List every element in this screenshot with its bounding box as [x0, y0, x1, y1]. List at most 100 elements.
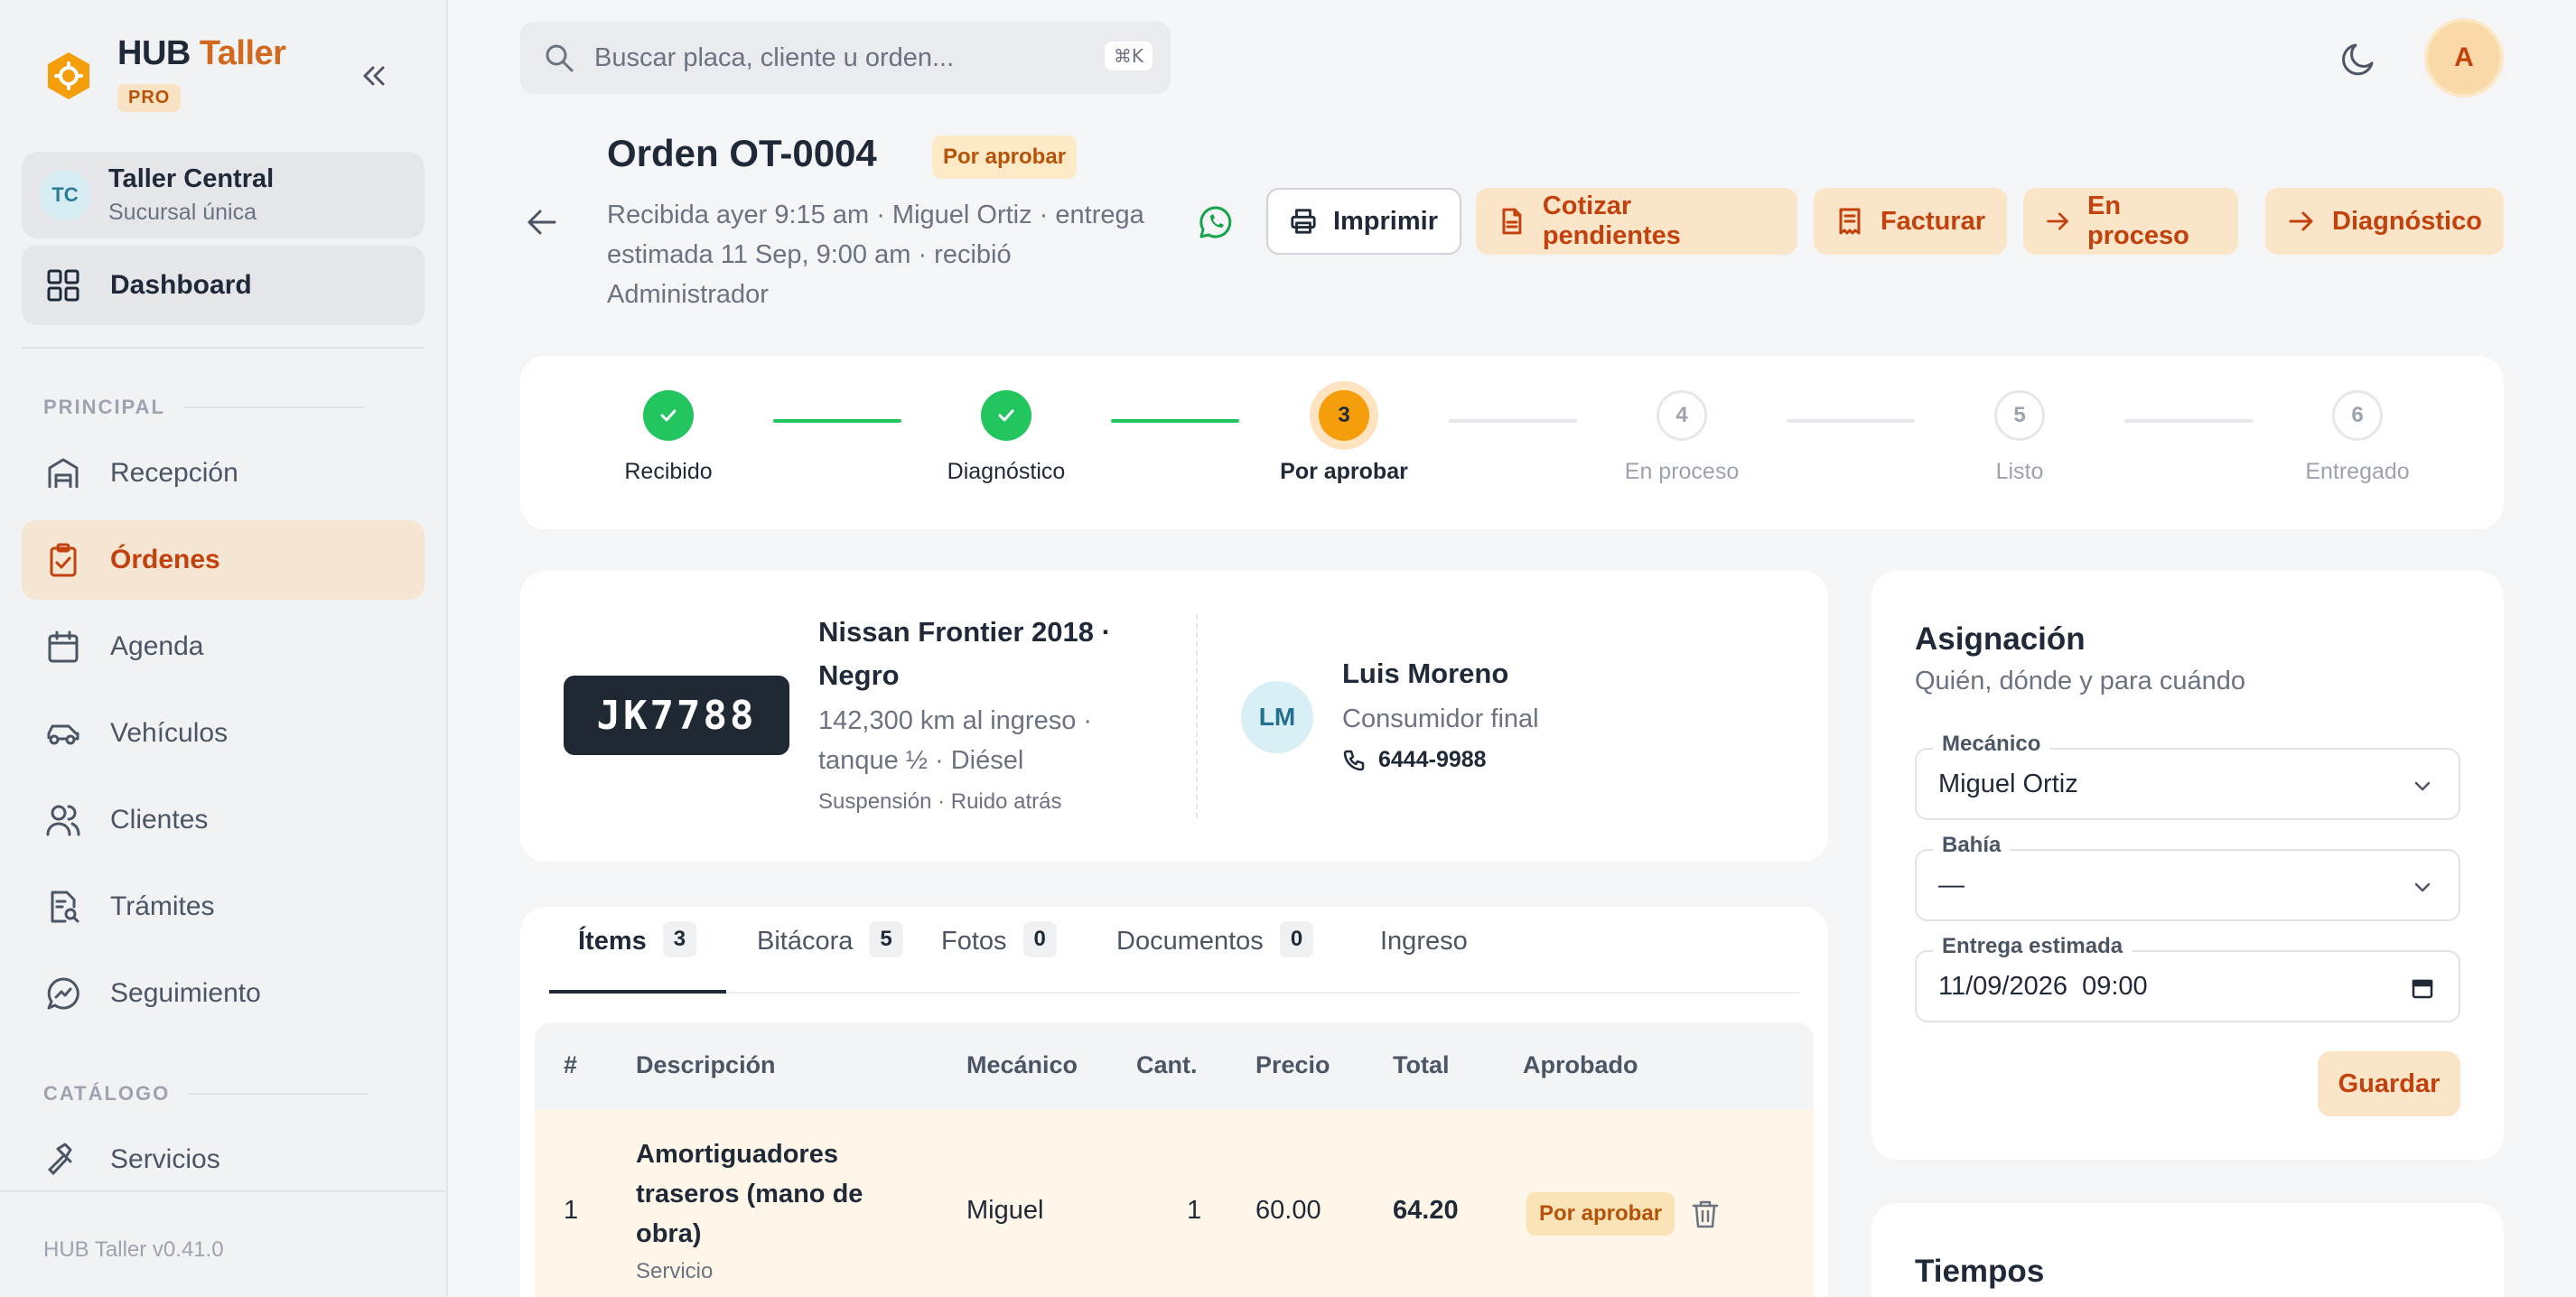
print-button[interactable]: Imprimir: [1266, 188, 1461, 255]
calendar-icon[interactable]: [2410, 975, 2435, 1001]
sidebar-item-recepcion[interactable]: Recepción: [22, 434, 425, 513]
sidebar-item-seguimiento[interactable]: Seguimiento: [22, 954, 425, 1033]
sidebar-item-ordenes[interactable]: Órdenes: [22, 520, 425, 600]
chat-chart-icon: [47, 977, 79, 1010]
order-meta: Recibida ayer 9:15 am · Miguel Ortiz · e…: [607, 201, 1144, 309]
arrow-right-icon: [2289, 211, 2313, 231]
check-icon: [981, 390, 1031, 441]
chevron-down-icon: [2414, 781, 2431, 791]
step-recibido: Recibido: [578, 390, 759, 485]
search-input[interactable]: [594, 42, 1082, 73]
sidebar-footer: HUB Taller v0.41.0: [0, 1190, 446, 1297]
sidebar-divider: [22, 347, 425, 349]
arrow-left-icon[interactable]: [524, 204, 560, 240]
step-listo: 5 Listo: [1929, 390, 2110, 485]
mechanic-select[interactable]: Mecánico Miguel Ortiz: [1915, 732, 2460, 820]
client-phone[interactable]: 6444-9988: [1342, 747, 1539, 773]
table-header: # Descripción Mecánico Cant. Precio Tota…: [535, 1022, 1814, 1109]
quote-pending-button[interactable]: Cotizar pendientes: [1476, 188, 1797, 255]
sidebar-item-label: Clientes: [110, 805, 209, 835]
license-plate[interactable]: JK7788: [564, 676, 789, 755]
gear-logo-icon: [48, 52, 89, 99]
branch-selector[interactable]: TC Taller Central Sucursal única: [22, 152, 425, 238]
tab-label: Ítems: [578, 927, 647, 956]
sidebar-item-vehiculos[interactable]: Vehículos: [22, 694, 425, 773]
tab-bitacora[interactable]: Bitácora 5: [757, 921, 903, 994]
tab-ingreso[interactable]: Ingreso: [1380, 927, 1468, 994]
step-label: Diagnóstico: [947, 459, 1066, 484]
step-number: 6: [2332, 390, 2383, 441]
search-bar[interactable]: ⌘K: [520, 22, 1171, 94]
tab-fotos[interactable]: Fotos 0: [941, 921, 1057, 994]
client-name[interactable]: Luis Moreno: [1342, 658, 1539, 690]
vehicle-name: Nissan Frontier 2018 · Negro: [818, 616, 1111, 691]
step-label: Por aprobar: [1280, 459, 1408, 484]
sidebar-item-clientes[interactable]: Clientes: [22, 780, 425, 860]
times-card: Tiempos: [1871, 1203, 2504, 1297]
check-icon: [643, 390, 694, 441]
step-number: 3: [1319, 390, 1369, 441]
row-price: 60.00: [1255, 1196, 1321, 1225]
sidebar-item-label: Servicios: [110, 1144, 220, 1174]
delivery-datetime-input[interactable]: Entrega estimada 11/09/2026 09:00: [1915, 934, 2460, 1022]
tabs: Ítems 3 Bitácora 5 Fotos 0 Documentos 0 Ingr…: [549, 907, 1799, 994]
step-connector: [1111, 419, 1239, 423]
sidebar-item-tramites[interactable]: Trámites: [22, 867, 425, 947]
file-search-icon: [51, 891, 79, 923]
collapse-sidebar-icon[interactable]: [358, 60, 390, 92]
branch-name: Taller Central: [108, 164, 275, 193]
trash-icon[interactable]: [1689, 1198, 1722, 1230]
assignment-card: Asignación Quién, dónde y para cuándo Me…: [1871, 571, 2504, 1160]
item-name: Amortiguadores traseros (mano de obra): [636, 1140, 863, 1248]
tab-count: 5: [869, 921, 903, 957]
sidebar-item-label: Órdenes: [110, 545, 220, 574]
move-to-in-process-button[interactable]: En proceso: [2023, 188, 2238, 255]
brand[interactable]: HUB Taller PRO: [43, 34, 286, 112]
approval-badge[interactable]: Por aprobar: [1526, 1192, 1675, 1236]
chevron-down-icon: [2414, 882, 2431, 892]
table-row[interactable]: 1 Amortiguadores traseros (mano de obra)…: [535, 1109, 1814, 1297]
sidebar-item-servicios[interactable]: Servicios: [22, 1120, 425, 1199]
vehicle-card: JK7788 Nissan Frontier 2018 · Negro 142,…: [520, 571, 1828, 862]
whatsapp-icon[interactable]: [1198, 204, 1234, 240]
step-en-proceso: 4 En proceso: [1591, 390, 1772, 485]
tab-label: Bitácora: [757, 927, 854, 956]
sidebar-item-label: Trámites: [110, 891, 215, 921]
hammer-icon: [48, 1143, 72, 1175]
moon-icon[interactable]: [2339, 40, 2379, 79]
car-icon: [47, 724, 79, 745]
step-label: En proceso: [1624, 459, 1740, 484]
tab-items[interactable]: Ítems 3: [549, 921, 726, 994]
tab-documentos[interactable]: Documentos 0: [1116, 921, 1314, 994]
col-mechanic: Mecánico: [966, 1051, 1078, 1078]
garage-icon: [48, 458, 79, 488]
page-title: Orden OT-0004: [607, 132, 877, 174]
field-value: 11/09/2026 09:00: [1938, 972, 2148, 1001]
sidebar-item-dashboard[interactable]: Dashboard: [22, 246, 425, 325]
col-price: Precio: [1255, 1051, 1330, 1078]
step-label: Recibido: [624, 459, 713, 484]
move-to-diagnosis-button[interactable]: Diagnóstico: [2265, 188, 2504, 255]
phone-icon: [1343, 750, 1365, 770]
step-label: Entregado: [2305, 459, 2410, 484]
bay-select[interactable]: Bahía —: [1915, 833, 2460, 921]
col-qty: Cant.: [1136, 1051, 1198, 1078]
field-label: Entrega estimada: [1933, 934, 2133, 959]
vehicle-reason: Suspensión · Ruido atrás: [818, 789, 1062, 814]
tab-count: 0: [1022, 921, 1057, 957]
sidebar-item-agenda[interactable]: Agenda: [22, 607, 425, 686]
sidebar-item-label: Dashboard: [110, 270, 252, 300]
assignment-subtitle: Quién, dónde y para cuándo: [1915, 667, 2245, 695]
invoice-button[interactable]: Facturar: [1814, 188, 2007, 255]
save-button[interactable]: Guardar: [2318, 1051, 2460, 1116]
col-approved: Aprobado: [1523, 1051, 1638, 1078]
step-connector: [773, 419, 901, 423]
diagnosis-label: Diagnóstico: [2332, 206, 2482, 236]
document-icon: [1502, 208, 1522, 235]
user-avatar[interactable]: A: [2424, 18, 2504, 98]
step-number: 4: [1657, 390, 1707, 441]
field-value: —: [1938, 871, 1965, 900]
item-type: Servicio: [636, 1259, 714, 1283]
col-num: #: [564, 1051, 578, 1078]
col-total: Total: [1393, 1051, 1450, 1078]
